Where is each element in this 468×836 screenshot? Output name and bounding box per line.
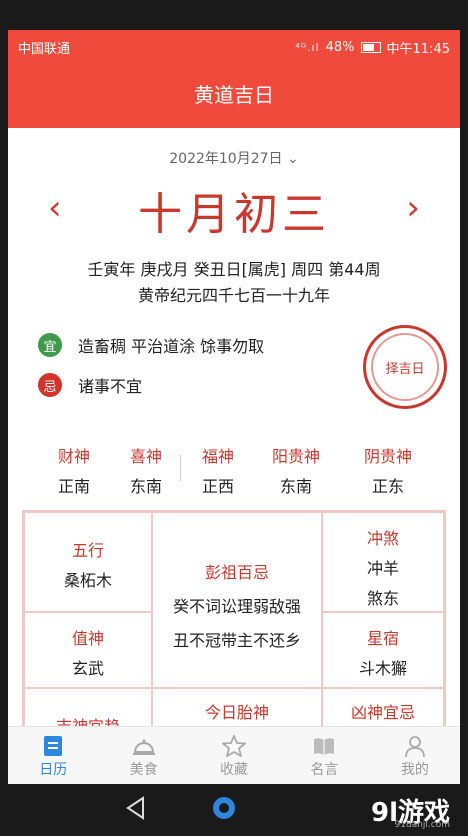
tab-calendar[interactable]: 日历 xyxy=(8,727,98,784)
pengzu-line1: 癸不词讼理弱敌强 xyxy=(172,597,301,616)
god-direction: 东南 xyxy=(129,477,162,496)
lunar-date: 十月初三 xyxy=(138,189,330,240)
zhishen-title: 值神 xyxy=(71,629,104,648)
battery-icon xyxy=(360,42,381,53)
home-icon[interactable] xyxy=(210,794,238,826)
xingxiu-value: 斗木獬 xyxy=(358,659,407,678)
xingxiu-cell[interactable]: 星宿 斗木獬 xyxy=(322,612,444,688)
next-day-icon[interactable]: › xyxy=(406,188,420,228)
status-bar: 中国联通 ⁴ᴳ.ıl 48% 中午11:45 xyxy=(8,30,460,62)
god-direction: 东南 xyxy=(279,477,312,496)
gods-divider xyxy=(180,455,181,481)
zhishen-value: 玄武 xyxy=(71,659,104,678)
ji-text: 诸事不宜 xyxy=(78,377,143,396)
pengzu-line2: 丑不冠带主不还乡 xyxy=(172,631,301,650)
wuxing-title: 五行 xyxy=(71,541,104,560)
god-direction: 正西 xyxy=(201,477,234,496)
seal-label: 择吉日 xyxy=(385,361,425,377)
phone-screen: 中国联通 ⁴ᴳ.ıl 48% 中午11:45 黄道吉日 2022年10月27日 … xyxy=(8,30,460,784)
star-icon xyxy=(189,733,279,759)
clock: 中午11:45 xyxy=(386,42,450,57)
ji-row: 忌 诸事不宜 xyxy=(38,373,142,397)
signal-icon: ⁴ᴳ.ıl xyxy=(295,41,320,54)
watermark-url: 91danji.com xyxy=(394,820,450,830)
system-nav-bar: 9l游戏 91danji.com xyxy=(0,784,468,836)
yi-row: 宜 造畜稠 平治道涂 馀事勿取 xyxy=(38,333,264,357)
chongsha-cell[interactable]: 冲煞 冲羊 煞东 xyxy=(322,512,444,612)
god-name: 福神 xyxy=(201,447,234,466)
date-selector-label: 2022年10月27日 xyxy=(169,151,283,167)
tab-quotes[interactable]: 名言 xyxy=(279,727,369,784)
chongsha-line1: 冲羊 xyxy=(366,559,399,578)
tab-favorites[interactable]: 收藏 xyxy=(189,727,279,784)
status-right: ⁴ᴳ.ıl 48% 中午11:45 xyxy=(295,38,450,57)
era-line: 黄帝纪元四千七百一十九年 xyxy=(137,286,330,305)
choose-day-seal-button[interactable]: 择吉日 xyxy=(363,325,447,409)
yi-badge: 宜 xyxy=(38,333,62,357)
wuxing-value: 桑柘木 xyxy=(63,571,112,590)
god-item: 阳贵神 东南 xyxy=(266,443,326,497)
person-icon xyxy=(370,733,460,759)
chongsha-title: 冲煞 xyxy=(366,529,399,548)
god-direction: 正东 xyxy=(371,477,404,496)
god-name: 阴贵神 xyxy=(363,447,412,466)
xiongshen-title: 凶神宜忌 xyxy=(350,703,415,722)
bottom-tab-bar: 日历 美食 收藏 名言 我的 xyxy=(8,726,460,784)
calendar-icon xyxy=(8,733,98,759)
chongsha-line2: 煞东 xyxy=(366,589,399,608)
god-name: 阳贵神 xyxy=(271,447,320,466)
tab-label: 日历 xyxy=(39,762,68,778)
tab-label: 名言 xyxy=(310,762,339,778)
back-icon[interactable] xyxy=(125,796,147,824)
ji-badge: 忌 xyxy=(38,373,62,397)
god-name: 喜神 xyxy=(129,447,162,466)
date-selector[interactable]: 2022年10月27日 ⌄ xyxy=(8,148,460,168)
god-item: 福神 正西 xyxy=(188,443,248,497)
pengzu-cell[interactable]: 彭祖百忌 癸不词讼理弱敌强 丑不冠带主不还乡 xyxy=(152,512,322,688)
page-title: 黄道吉日 xyxy=(8,62,460,128)
carrier-label: 中国联通 xyxy=(18,42,71,57)
tab-food[interactable]: 美食 xyxy=(98,727,188,784)
yi-text: 造畜稠 平治道涂 馀事勿取 xyxy=(78,337,265,356)
taishen-title: 今日胎神 xyxy=(204,703,269,722)
tab-profile[interactable]: 我的 xyxy=(370,727,460,784)
tab-label: 我的 xyxy=(400,762,429,778)
pengzu-title: 彭祖百忌 xyxy=(204,563,269,582)
chevron-down-icon: ⌄ xyxy=(286,151,299,167)
tab-label: 美食 xyxy=(129,762,158,778)
god-direction: 正南 xyxy=(57,477,90,496)
zhishen-cell[interactable]: 值神 玄武 xyxy=(24,612,152,688)
battery-percent: 48% xyxy=(325,40,355,55)
god-name: 财神 xyxy=(57,447,90,466)
gods-row: 财神 正南 喜神 东南 福神 正西 阳贵神 东南 阴贵神 正东 xyxy=(8,443,460,499)
ganzhi-line: 壬寅年 庚戌月 癸丑日[属虎] 周四 第44周 xyxy=(87,260,381,279)
xingxiu-title: 星宿 xyxy=(366,629,399,648)
god-item: 阴贵神 正东 xyxy=(358,443,418,497)
god-item: 喜神 东南 xyxy=(116,443,176,497)
food-cloche-icon xyxy=(98,733,188,759)
tab-label: 收藏 xyxy=(220,762,249,778)
god-item: 财神 正南 xyxy=(44,443,104,497)
book-icon xyxy=(279,733,369,759)
wuxing-cell[interactable]: 五行 桑柘木 xyxy=(24,512,152,612)
